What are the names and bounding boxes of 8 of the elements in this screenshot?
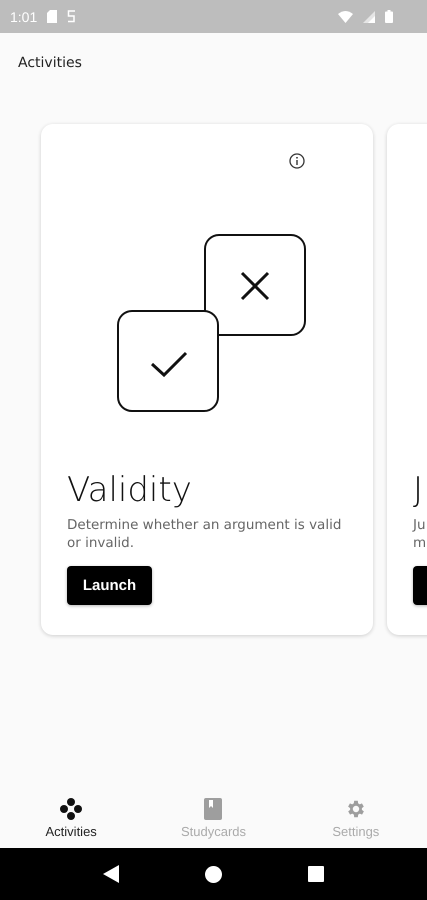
launch-button[interactable]: Launch [67,566,152,605]
activity-title: J [413,470,424,510]
activity-description: Ju m [413,516,427,552]
page-title: Activities [18,55,82,71]
activity-title: Validity [67,470,193,510]
nav-tab[interactable]: Activities [0,790,142,848]
activity-description: Determine whether an argument is valid or invalid. [67,516,342,552]
status-time: 1:01 [10,8,38,24]
